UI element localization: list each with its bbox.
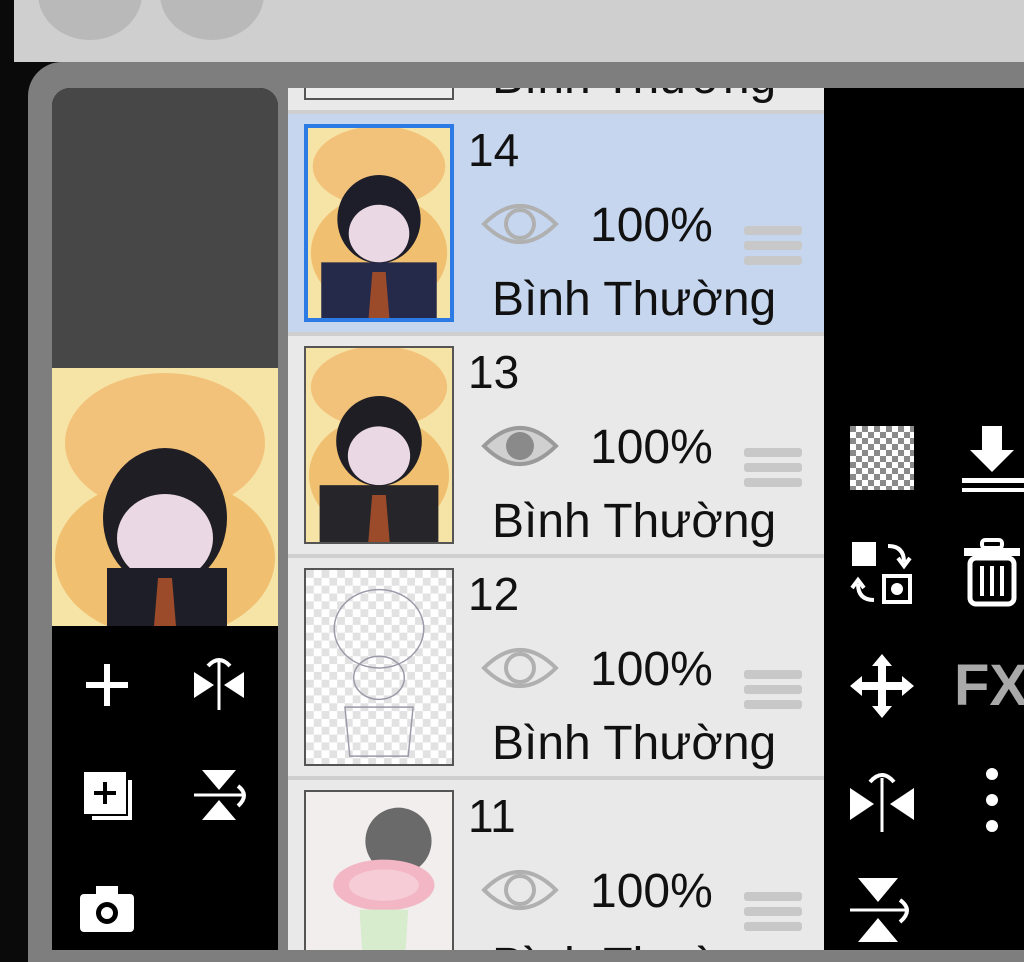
layer-preview-column <box>52 88 278 950</box>
layer-number: 14 <box>468 124 520 176</box>
visibility-eye-icon[interactable] <box>480 860 560 920</box>
more-options-icon[interactable] <box>954 762 1024 838</box>
move-icon[interactable] <box>844 648 920 724</box>
layer-row-13[interactable]: 13 100% Bình Thường <box>288 336 824 558</box>
blend-mode-label[interactable]: Bình Thường <box>492 272 776 328</box>
layer-thumbnail <box>304 346 454 544</box>
flip-vertical-icon[interactable] <box>844 872 920 948</box>
drag-handle-icon[interactable] <box>744 226 802 276</box>
layer-opacity[interactable]: 100% <box>590 866 713 918</box>
layer-opacity[interactable]: 100% <box>590 644 713 696</box>
layer-number: 13 <box>468 346 520 398</box>
layer-thumbnail <box>304 790 454 950</box>
layer-row-12[interactable]: 12 100% Bình Thường <box>288 558 824 780</box>
layer-tools-column: FX <box>824 88 1024 950</box>
trash-icon[interactable] <box>954 534 1024 610</box>
duplicate-layer-button[interactable] <box>72 760 142 830</box>
blend-mode-label[interactable]: Bình Thường <box>492 494 776 550</box>
layer-opacity[interactable]: 100% <box>590 422 713 474</box>
flip-horizontal-icon[interactable] <box>844 762 920 838</box>
layer-thumbnail <box>304 568 454 766</box>
add-layer-button[interactable] <box>72 650 142 720</box>
layer-opacity[interactable]: 100% <box>590 200 713 252</box>
undo-button[interactable] <box>38 0 142 40</box>
layer-row-11[interactable]: 11 100% Bình Thường <box>288 780 824 950</box>
layer-thumbnail <box>304 88 454 100</box>
visibility-eye-icon[interactable] <box>480 416 560 476</box>
flip-vertical-icon[interactable] <box>184 760 254 830</box>
blend-mode-label[interactable]: Bình Thường <box>492 938 776 950</box>
layer-row[interactable]: Bình Thường <box>288 88 824 114</box>
drag-handle-icon[interactable] <box>744 670 802 720</box>
merge-down-icon[interactable] <box>954 420 1024 496</box>
visibility-eye-icon[interactable] <box>480 194 560 254</box>
blend-mode-label[interactable]: Bình Thường <box>492 88 776 106</box>
redo-button[interactable] <box>160 0 264 40</box>
flip-horizontal-icon[interactable] <box>184 650 254 720</box>
layer-thumbnail <box>304 124 454 322</box>
camera-icon[interactable] <box>72 874 142 944</box>
swap-layers-icon[interactable] <box>844 534 920 610</box>
drag-handle-icon[interactable] <box>744 892 802 942</box>
visibility-eye-icon[interactable] <box>480 638 560 698</box>
layer-row-14[interactable]: 14 100% Bình Thường <box>288 114 824 336</box>
fx-button[interactable]: FX <box>954 656 1024 716</box>
preview-background <box>52 88 278 368</box>
top-toolbar <box>14 0 1024 62</box>
transparency-checker-icon[interactable] <box>844 420 920 496</box>
drag-handle-icon[interactable] <box>744 448 802 498</box>
layer-number: 11 <box>468 790 516 842</box>
blend-mode-label[interactable]: Bình Thường <box>492 716 776 772</box>
canvas-preview <box>52 368 278 638</box>
layer-list[interactable]: Bình Thường 14 100% Bình Thường <box>288 88 824 950</box>
layer-number: 12 <box>468 568 520 620</box>
